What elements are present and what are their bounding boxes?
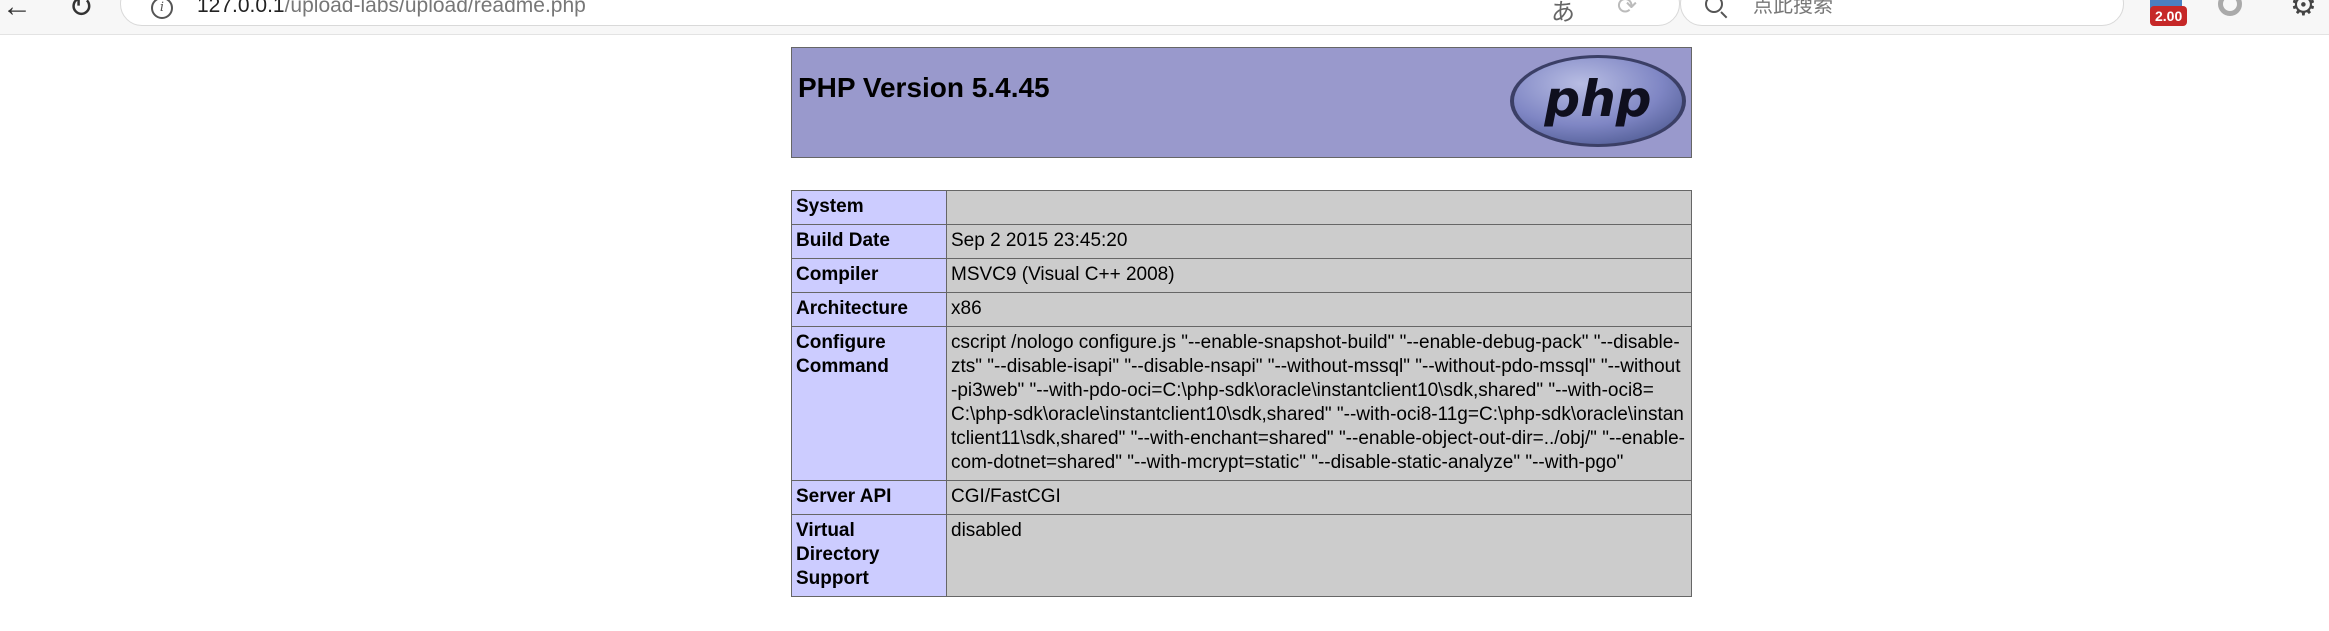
row-value: MSVC9 (Visual C++ 2008) [946,258,1692,293]
row-key: Compiler [791,258,947,293]
row-value: Sep 2 2015 23:45:20 [946,224,1692,259]
row-value: disabled [946,514,1692,597]
row-value: x86 [946,292,1692,327]
table-row: System [791,190,1692,225]
back-arrow-icon[interactable]: ← [0,0,34,24]
browser-toolbar: ← ↻ i 127.0.0.1/upload-labs/upload/readm… [0,0,2329,35]
url-path: /upload-labs/upload/readme.php [284,0,586,17]
table-row: Server API CGI/FastCGI [791,480,1692,515]
table-row: Compiler MSVC9 (Visual C++ 2008) [791,258,1692,293]
row-key: System [791,190,947,225]
reload-icon[interactable]: ↻ [64,0,98,24]
refresh-extension-icon[interactable]: ⟳ [1609,0,1645,21]
address-bar[interactable]: i 127.0.0.1/upload-labs/upload/readme.ph… [120,0,1762,27]
table-row: Configure Command cscript /nologo config… [791,326,1692,481]
search-box[interactable] [1680,0,2124,26]
search-icon [1705,0,1723,13]
settings-gear-icon[interactable]: ⚙ [2290,0,2317,23]
search-input[interactable] [1751,0,2095,19]
url-host: 127.0.0.1 [197,0,285,17]
php-version-header: PHP Version 5.4.45 php [791,47,1692,158]
extension-badge: 2.00 [2150,6,2188,26]
row-value: cscript /nologo configure.js "--enable-s… [946,326,1692,481]
profile-icon[interactable] [2218,0,2242,16]
row-key: Architecture [791,292,947,327]
php-logo[interactable]: php [1508,53,1688,149]
row-key: Virtual Directory Support [791,514,947,597]
row-value [946,190,1692,225]
translate-icon[interactable]: あ [1545,0,1581,27]
url-text[interactable]: 127.0.0.1/upload-labs/upload/readme.php [197,0,586,18]
php-logo-text: php [1543,70,1651,128]
row-key: Configure Command [791,326,947,481]
row-key: Server API [791,480,947,515]
table-row: Build Date Sep 2 2015 23:45:20 [791,224,1692,259]
site-info-icon[interactable]: i [151,0,173,19]
page-title: PHP Version 5.4.45 [798,72,1050,103]
php-info-table: System Build Date Sep 2 2015 23:45:20 Co… [791,190,1692,597]
row-key: Build Date [791,224,947,259]
table-row: Virtual Directory Support disabled [791,514,1692,597]
table-row: Architecture x86 [791,292,1692,327]
row-value: CGI/FastCGI [946,480,1692,515]
